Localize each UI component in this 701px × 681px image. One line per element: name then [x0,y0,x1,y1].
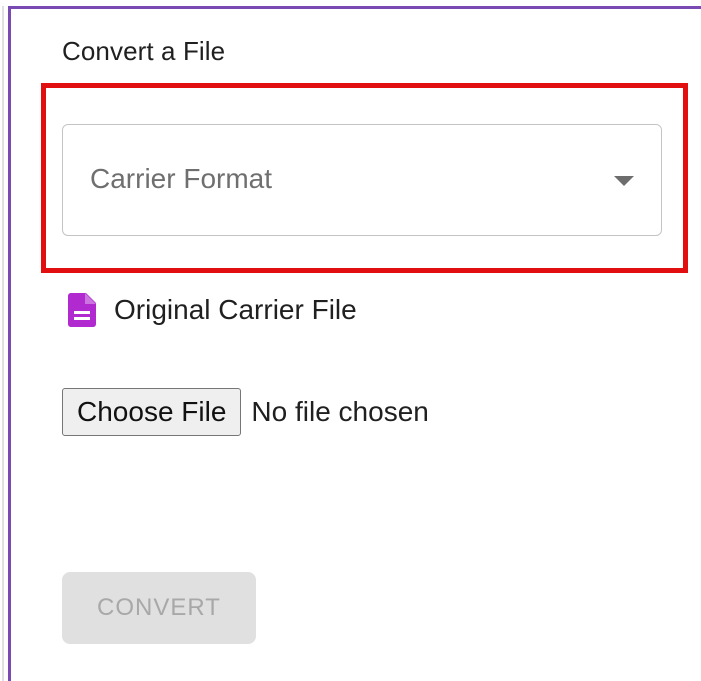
convert-button[interactable]: CONVERT [62,572,256,644]
file-input: Choose File No file chosen [62,388,429,436]
original-carrier-file-label: Original Carrier File [114,294,357,325]
card-title: Convert a File [62,36,226,66]
carrier-format-placeholder: Carrier Format [90,163,273,194]
file-status-text: No file chosen [251,396,429,427]
original-file-label-row: Original Carrier File [68,288,357,332]
document-icon [68,293,96,327]
carrier-format-select[interactable]: Carrier Format [62,124,662,236]
card-left-gutter [0,6,4,681]
choose-file-button[interactable]: Choose File [62,388,242,436]
page: Convert a File Carrier Format Original C… [0,0,701,681]
chevron-down-icon [614,176,634,186]
